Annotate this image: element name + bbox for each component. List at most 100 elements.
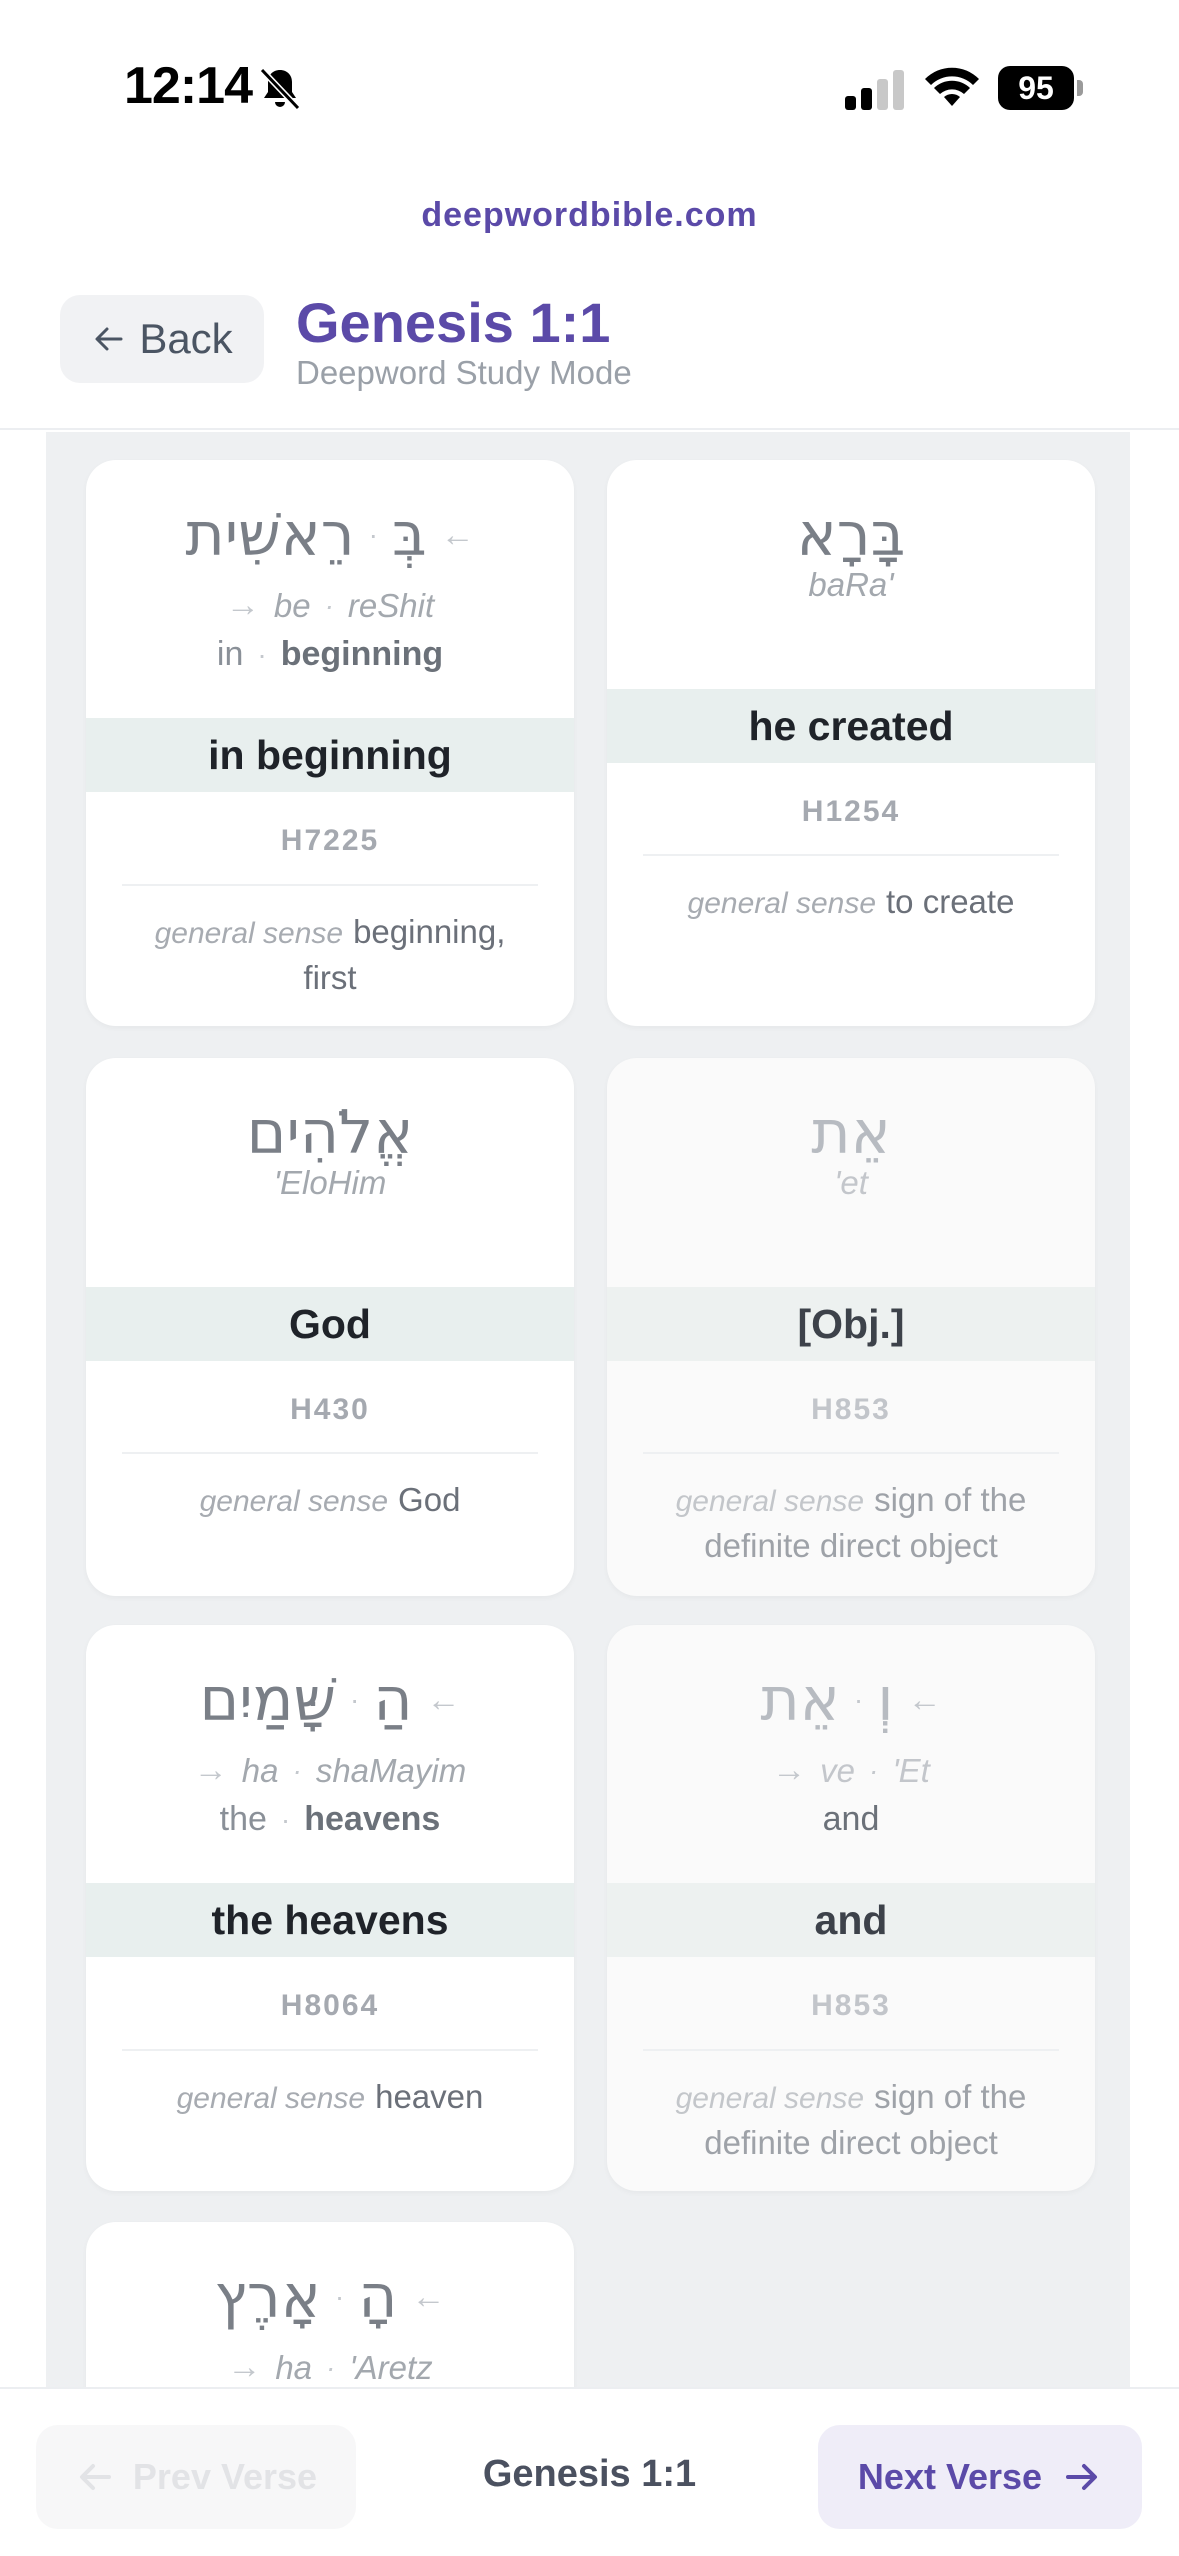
hebrew-word: שָּׁמַיִם (199, 1665, 336, 1735)
arrow-right-icon: → (227, 2348, 262, 2386)
separator-dot: · (334, 2281, 345, 2312)
bell-slash-icon (259, 67, 301, 111)
general-sense: general sense heaven (126, 2075, 534, 2121)
translation: [Obj.] (607, 1287, 1095, 1361)
prev-verse-label: Prev Verse (132, 2456, 318, 2497)
arrow-left-icon: ← (411, 2277, 446, 2316)
divider (122, 2049, 538, 2051)
separator-dot: · (257, 638, 267, 670)
next-verse-button[interactable]: Next Verse (818, 2425, 1142, 2529)
divider (643, 1452, 1059, 1454)
back-label: Back (139, 315, 233, 362)
word-card[interactable]: אֱלֹהִים 'EloHim God H430 general sense G… (86, 1058, 574, 1596)
general-sense: general sense God (126, 1478, 534, 1524)
verse-navigation: Prev Verse Genesis 1:1 Next Verse (0, 2387, 1179, 2556)
translit-word: 'EloHim (273, 1164, 387, 1201)
sense-label: general sense (199, 1485, 389, 1518)
word-card[interactable]: אֵת 'et [Obj.] H853 general sense sign of… (607, 1058, 1095, 1596)
strongs-number[interactable]: H8064 (86, 1989, 574, 2023)
site-name[interactable]: deepwordbible.com (0, 196, 1179, 235)
hebrew-word: רֵאשִׁית (185, 500, 355, 570)
strongs-number[interactable]: H430 (86, 1393, 574, 1427)
hebrew-prefix: הַ (373, 1665, 413, 1735)
status-time: 12:14 (124, 57, 253, 115)
translit-word: 'Aretz (349, 2348, 433, 2386)
gloss-word: and (822, 1800, 880, 1838)
hebrew-word: אֱלֹהִים (246, 1098, 414, 1168)
sense-text: God (398, 1481, 461, 1518)
sense-label: general sense (176, 2082, 366, 2115)
arrow-left-icon (95, 327, 123, 351)
translation: and (607, 1883, 1095, 1957)
wifi-icon (925, 67, 979, 106)
cellular-signal-icon (845, 70, 904, 110)
arrow-left-icon: ← (426, 1680, 461, 1719)
strongs-number[interactable]: H7225 (86, 824, 574, 858)
battery-indicator: 95 (998, 66, 1084, 110)
word-card[interactable]: בָּרָא baRa' he created H1254 general se… (607, 460, 1095, 1026)
translit-prefix: be (273, 586, 311, 624)
translation: in beginning (86, 718, 574, 792)
word-card[interactable]: אָרֶץ · הָ ← → ha · 'Aretz (86, 2222, 574, 2387)
word-card[interactable]: רֵאשִׁית · בְּ ← → be · reShit in · begi… (86, 460, 574, 1026)
translit-prefix: ve (820, 1751, 856, 1789)
next-verse-label: Next Verse (857, 2456, 1043, 2497)
translation: God (86, 1287, 574, 1361)
general-sense: general sense sign of the definite direct… (647, 1478, 1055, 1568)
page-header: Back Genesis 1:1 Deepword Study Mode (0, 270, 1179, 430)
hebrew-word: אֵת (811, 1098, 891, 1168)
translit-prefix: ha (241, 1751, 279, 1789)
arrow-right-icon: → (225, 586, 260, 624)
general-sense: general sense beginning, first (126, 910, 534, 1000)
arrow-left-icon: ← (440, 515, 475, 554)
translit-word: shaMayim (315, 1751, 467, 1789)
hebrew-word: אָרֶץ (214, 2262, 321, 2332)
separator-dot: · (349, 1684, 360, 1715)
sense-label: general sense (675, 2082, 865, 2115)
hebrew-prefix: הָ (358, 2262, 398, 2332)
gloss-word: beginning (280, 635, 444, 673)
translit-word: 'et (834, 1164, 868, 1201)
arrow-right-icon (1066, 2464, 1098, 2490)
gloss-word: heavens (304, 1800, 441, 1838)
strongs-number[interactable]: H853 (607, 1989, 1095, 2023)
separator-dot: · (280, 1803, 291, 1835)
battery-level: 95 (998, 66, 1074, 110)
arrow-right-icon: → (772, 1751, 807, 1789)
sense-label: general sense (687, 887, 877, 920)
prev-verse-button[interactable]: Prev Verse (36, 2425, 356, 2529)
hebrew-prefix: בְּ (391, 500, 427, 570)
divider (122, 884, 538, 886)
separator-dot: · (292, 1754, 302, 1786)
separator-dot: · (853, 1684, 864, 1715)
general-sense: general sense to create (647, 880, 1055, 926)
divider (122, 1452, 538, 1454)
gloss-prefix: in (216, 635, 244, 673)
translit-prefix: ha (275, 2348, 313, 2386)
word-card[interactable]: שָּׁמַיִם · הַ ← → ha · shaMayim the · h… (86, 1625, 574, 2191)
strongs-number[interactable]: H853 (607, 1393, 1095, 1427)
arrow-right-icon: → (193, 1751, 228, 1789)
translation: he created (607, 689, 1095, 763)
separator-dot: · (326, 2351, 336, 2383)
word-cards-grid: רֵאשִׁית · בְּ ← → be · reShit in · begi… (46, 432, 1130, 2387)
hebrew-prefix: וְ (877, 1665, 894, 1735)
hebrew-word: אֵת (760, 1665, 840, 1735)
hebrew-word: בָּרָא (796, 500, 906, 570)
sense-label: general sense (675, 1485, 865, 1518)
word-card[interactable]: אֵת · וְ ← → ve · 'Et and and H853 gener… (607, 1625, 1095, 2191)
divider (643, 2049, 1059, 2051)
translit-word: baRa' (808, 566, 894, 603)
separator-dot: · (368, 519, 378, 550)
page-title: Genesis 1:1 (296, 291, 611, 354)
status-bar: 12:14 95 (0, 0, 1179, 170)
arrow-left-icon: ← (907, 1680, 942, 1719)
arrow-left-icon (79, 2464, 111, 2490)
page-subtitle: Deepword Study Mode (296, 354, 632, 391)
gloss-prefix: the (219, 1800, 267, 1838)
back-button[interactable]: Back (60, 295, 264, 383)
translation: the heavens (86, 1883, 574, 1957)
separator-dot: · (869, 1754, 879, 1786)
strongs-number[interactable]: H1254 (607, 795, 1095, 829)
divider (643, 854, 1059, 856)
